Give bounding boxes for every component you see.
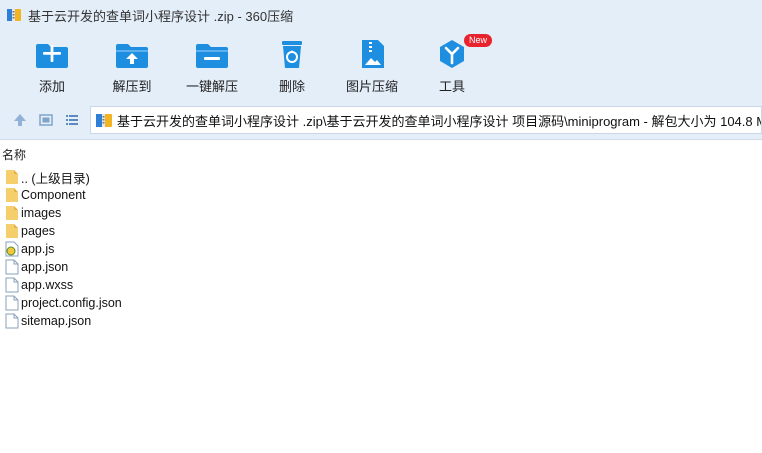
item-name: app.json (21, 260, 69, 274)
item-name: Component (21, 188, 86, 202)
file-list: .. (上级目录) Component images pages app.js … (0, 168, 762, 330)
add-label: 添加 (38, 79, 65, 94)
list-item[interactable]: Component (0, 186, 762, 204)
folder-icon (6, 188, 18, 202)
list-view-icon[interactable] (63, 111, 81, 129)
folder-icon (6, 206, 18, 220)
column-header-name[interactable]: 名称 (0, 146, 762, 162)
item-name: sitemap.json (21, 314, 92, 328)
folder-icon (6, 170, 18, 184)
js-file-icon (5, 241, 19, 257)
delete-icon (282, 41, 302, 68)
list-item[interactable]: app.wxss (0, 276, 762, 294)
up-arrow-icon[interactable] (11, 111, 29, 129)
list-item[interactable]: app.js (0, 240, 762, 258)
file-icon (5, 259, 19, 275)
app-window: 基于云开发的查单词小程序设计 .zip - 360压缩 添加 解压到 一键解压 … (0, 0, 762, 453)
tools-label: 工具 (438, 79, 465, 94)
one-click-extract-icon (196, 44, 228, 68)
title-bar: 基于云开发的查单词小程序设计 .zip - 360压缩 (0, 0, 762, 30)
new-badge: New (464, 34, 493, 47)
image-compress-button[interactable]: 图片压缩 (332, 36, 412, 96)
zip-file-icon (96, 114, 112, 127)
item-name: images (21, 206, 62, 220)
list-item[interactable]: sitemap.json (0, 312, 762, 330)
tools-button[interactable]: New 工具 (412, 34, 493, 96)
one-click-extract-label: 一键解压 (185, 79, 238, 94)
archive-app-icon (7, 9, 21, 21)
file-icon (5, 313, 19, 329)
window-title: 基于云开发的查单词小程序设计 .zip - 360压缩 (28, 8, 294, 24)
add-button[interactable]: 添加 (12, 36, 92, 96)
folder-icon (6, 224, 18, 238)
list-item[interactable]: images (0, 204, 762, 222)
item-name: pages (21, 224, 56, 238)
list-item[interactable]: .. (上级目录) (0, 168, 762, 186)
delete-button[interactable]: 删除 (252, 36, 332, 96)
file-icon (5, 277, 19, 293)
extract-to-label: 解压到 (112, 79, 152, 94)
toolbar: 添加 解压到 一键解压 删除 图片压缩 New 工具 (0, 30, 762, 100)
list-item[interactable]: pages (0, 222, 762, 240)
item-name: .. (上级目录) (21, 171, 90, 186)
file-icon (5, 295, 19, 311)
list-item[interactable]: app.json (0, 258, 762, 276)
item-name: project.config.json (21, 296, 122, 310)
extract-to-icon (116, 44, 148, 68)
image-compress-icon (362, 40, 384, 68)
delete-label: 删除 (278, 79, 305, 94)
add-icon (36, 44, 68, 68)
address-bar[interactable]: 基于云开发的查单词小程序设计 .zip\基于云开发的查单词小程序设计 项目源码\… (90, 106, 762, 134)
address-row: 基于云开发的查单词小程序设计 .zip\基于云开发的查单词小程序设计 项目源码\… (0, 100, 762, 140)
one-click-extract-button[interactable]: 一键解压 (172, 36, 252, 96)
item-name: app.wxss (21, 278, 74, 292)
image-compress-label: 图片压缩 (345, 79, 398, 94)
thumbnail-view-icon[interactable] (37, 111, 55, 129)
list-item[interactable]: project.config.json (0, 294, 762, 312)
item-name: app.js (21, 242, 55, 256)
extract-to-button[interactable]: 解压到 (92, 36, 172, 96)
address-path: 基于云开发的查单词小程序设计 .zip\基于云开发的查单词小程序设计 项目源码\… (117, 113, 761, 129)
